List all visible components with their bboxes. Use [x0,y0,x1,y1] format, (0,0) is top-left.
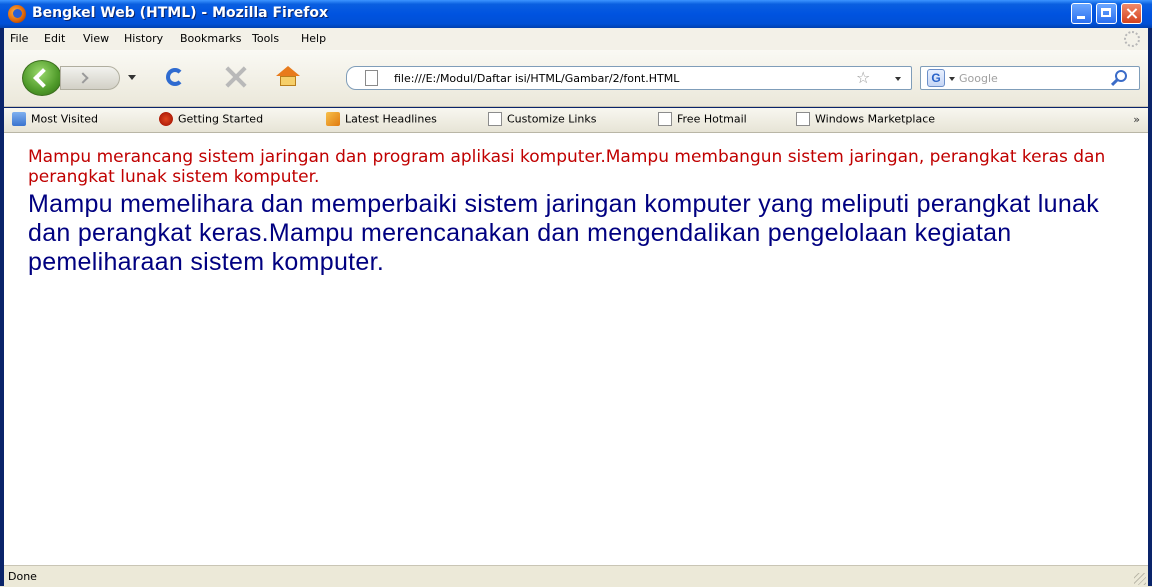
back-button[interactable] [22,60,62,96]
close-button[interactable] [1121,3,1142,24]
bookmark-latest-headlines[interactable]: Latest Headlines [326,112,437,128]
stop-icon[interactable] [224,64,246,90]
status-text: Done [8,570,37,583]
forward-button[interactable] [60,66,120,90]
page-icon [488,112,502,126]
reload-icon[interactable] [166,68,184,86]
bookmarks-overflow-chevron-icon[interactable]: » [1133,113,1140,126]
history-dropdown-icon[interactable] [128,75,136,80]
bookmark-star-icon[interactable]: ☆ [856,69,870,87]
menu-edit[interactable]: Edit [44,32,65,45]
menu-file[interactable]: File [10,32,28,45]
search-icon[interactable] [1115,70,1127,82]
page-icon [658,112,672,126]
page-content: Mampu merancang sistem jaringan dan prog… [4,133,1148,565]
maximize-button[interactable] [1096,3,1117,24]
throbber-icon [1124,31,1140,47]
minimize-button[interactable] [1071,3,1092,24]
menu-view[interactable]: View [83,32,109,45]
search-engine-dropdown-icon[interactable] [949,77,955,81]
browser-window: Bengkel Web (HTML) - Mozilla Firefox Fil… [0,0,1152,587]
google-icon[interactable]: G [927,69,945,87]
menu-bar: File Edit View History Bookmarks Tools H… [4,28,1148,50]
menu-history[interactable]: History [124,32,163,45]
paragraph-red: Mampu merancang sistem jaringan dan prog… [28,147,1106,187]
menu-tools[interactable]: Tools [252,32,279,45]
paragraph-blue: Mampu memelihara dan memperbaiki sistem … [28,190,1100,276]
navigation-toolbar: file:///E:/Modul/Daftar isi/HTML/Gambar/… [4,50,1148,107]
menu-help[interactable]: Help [301,32,326,45]
bookmark-most-visited[interactable]: Most Visited [12,112,98,128]
window-title: Bengkel Web (HTML) - Mozilla Firefox [32,5,328,21]
url-dropdown-icon[interactable] [895,77,901,81]
resize-grip-icon[interactable] [1134,573,1146,585]
url-text[interactable]: file:///E:/Modul/Daftar isi/HTML/Gambar/… [394,72,679,85]
bookmarks-toolbar: Most Visited Getting Started Latest Head… [4,108,1148,133]
rss-icon [326,112,340,126]
bookmark-windows-marketplace[interactable]: Windows Marketplace [796,112,935,128]
page-icon [365,70,378,86]
search-bar[interactable]: G [920,66,1140,90]
page-icon [796,112,810,126]
bookmark-getting-started[interactable]: Getting Started [159,112,263,128]
status-bar: Done [4,565,1148,587]
home-icon[interactable] [276,66,300,88]
firefox-icon [8,5,26,23]
search-input[interactable] [959,70,1099,86]
firefox-icon [159,112,173,126]
url-bar[interactable]: file:///E:/Modul/Daftar isi/HTML/Gambar/… [346,66,912,90]
title-bar[interactable]: Bengkel Web (HTML) - Mozilla Firefox [0,0,1152,28]
menu-bookmarks[interactable]: Bookmarks [180,32,241,45]
bookmark-free-hotmail[interactable]: Free Hotmail [658,112,747,128]
folder-icon [12,112,26,126]
bookmark-customize-links[interactable]: Customize Links [488,112,597,128]
